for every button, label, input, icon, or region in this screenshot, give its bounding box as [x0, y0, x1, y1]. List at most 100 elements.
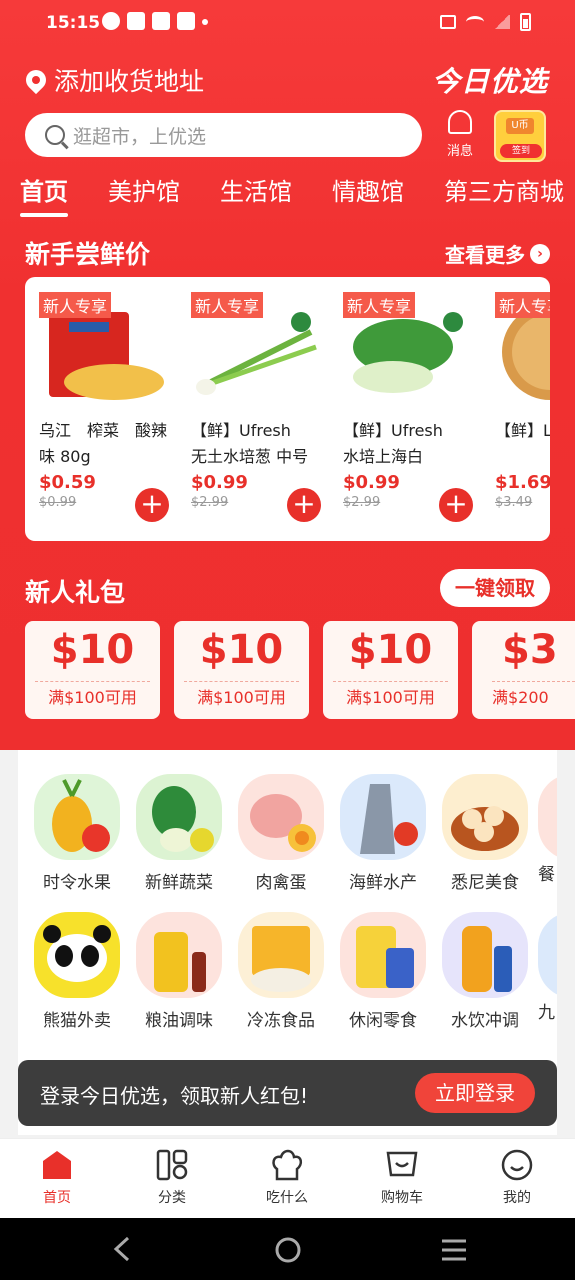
category-label: 粮油调味 — [145, 1011, 213, 1031]
product-price: $1.69 — [495, 472, 550, 493]
nav-label: 吃什么 — [266, 1190, 308, 1206]
wifi-icon — [466, 16, 484, 28]
tab-adult[interactable]: 情趣馆 — [332, 172, 404, 207]
add-to-cart-button[interactable]: + — [135, 488, 169, 522]
product-old-price: $3.49 — [495, 495, 533, 510]
coupon-amount: $10 — [50, 627, 135, 673]
nav-label: 首页 — [43, 1190, 71, 1206]
nav-home[interactable]: 首页 — [17, 1149, 97, 1207]
claim-all-button[interactable]: 一键领取 — [440, 569, 550, 607]
status-time: 15:15 — [46, 13, 101, 33]
coupon-condition: 满$100可用 — [35, 681, 150, 711]
search-placeholder: 逛超市，上优选 — [73, 125, 207, 148]
search-input[interactable]: 逛超市，上优选 — [25, 113, 422, 157]
home-circle-icon[interactable] — [274, 1236, 302, 1264]
category-seafood[interactable]: 海鲜水产 — [338, 774, 428, 893]
meal-icon — [538, 774, 557, 860]
tab-home[interactable]: 首页 — [20, 172, 68, 217]
category-label: 九 — [538, 1003, 555, 1023]
category-tabs: 首页 美护馆 生活馆 情趣馆 第三方商城 — [20, 172, 575, 217]
category-frozen[interactable]: 冷冻食品 — [236, 912, 326, 1031]
fresh-products-panel: 新人专享 乌江 榨菜 酸辣味 80g $0.59 $0.99 + 新人专享 【鲜… — [25, 277, 550, 541]
category-vegetable[interactable]: 新鲜蔬菜 — [134, 774, 224, 893]
category-panda-delivery[interactable]: 熊猫外卖 — [32, 912, 122, 1031]
nav-category[interactable]: 分类 — [132, 1149, 212, 1207]
product-card[interactable]: 新人专享 【鲜】Ufresh 无土水培葱 中号 1捆 $0.99 $2.99 + — [191, 292, 321, 522]
category-label: 新鲜蔬菜 — [145, 873, 213, 893]
category-label: 肉禽蛋 — [255, 873, 307, 893]
product-card[interactable]: 新人专享 乌江 榨菜 酸辣味 80g $0.59 $0.99 + — [39, 292, 169, 522]
coupon-condition: 满$100可用 — [333, 681, 448, 711]
battery-icon — [520, 13, 531, 31]
coupon-card[interactable]: $10 满$100可用 — [25, 621, 160, 719]
status-bar: 15:15 — [0, 0, 575, 46]
product-card[interactable]: 新人专享 【鲜】Ufresh 水培上海白 $0.99 $2.99 + — [343, 292, 473, 522]
mail-icon — [152, 12, 170, 30]
category-partial[interactable]: 餐 — [538, 774, 557, 885]
oil-icon — [136, 912, 222, 998]
product-image: 新人专享 — [343, 292, 473, 402]
vegetable-icon — [136, 774, 222, 860]
system-icons — [440, 13, 531, 31]
back-icon[interactable] — [110, 1236, 134, 1262]
new-user-tag: 新人专享 — [39, 292, 112, 318]
category-drinks[interactable]: 水饮冲调 — [440, 912, 530, 1031]
new-user-tag: 新人专享 — [495, 292, 550, 318]
notification-icon — [102, 12, 120, 30]
category-fruit[interactable]: 时令水果 — [32, 774, 122, 893]
product-card[interactable]: 新人专享 【鲜】Lov菠萝包 $1.69 $3.49 — [495, 292, 550, 510]
menu-icon[interactable] — [440, 1238, 468, 1262]
category-label: 海鲜水产 — [349, 873, 417, 893]
product-title: 乌江 榨菜 酸辣味 80g — [39, 421, 168, 466]
login-now-button[interactable]: 立即登录 — [415, 1073, 535, 1113]
signin-coin-button[interactable]: U币 签到 — [494, 110, 546, 162]
brand-logo: 今日优选 — [431, 65, 548, 98]
vibrate-icon — [440, 15, 456, 29]
category-snacks[interactable]: 休闲零食 — [338, 912, 428, 1031]
add-to-cart-button[interactable]: + — [439, 488, 473, 522]
add-to-cart-button[interactable]: + — [287, 488, 321, 522]
messages-label: 消息 — [446, 144, 473, 159]
location-pin-icon — [21, 65, 51, 95]
meat-icon — [238, 774, 324, 860]
coin-icon: U币 — [506, 118, 534, 134]
bell-icon — [448, 110, 472, 134]
new-user-tag: 新人专享 — [191, 292, 264, 318]
fruit-icon — [34, 774, 120, 860]
product-image: 新人专享 — [39, 292, 169, 402]
see-more-label: 查看更多 — [445, 243, 525, 267]
new-user-tag: 新人专享 — [343, 292, 416, 318]
cart-icon — [386, 1149, 418, 1181]
nav-label: 分类 — [158, 1190, 186, 1206]
login-prompt-banner: 登录今日优选，领取新人红包! 立即登录 — [18, 1060, 557, 1126]
see-more-button[interactable]: 查看更多 › — [445, 239, 550, 268]
signin-label: 签到 — [500, 144, 542, 158]
category-label: 悉尼美食 — [451, 873, 519, 893]
category-sydney-food[interactable]: 悉尼美食 — [440, 774, 530, 893]
category-meat[interactable]: 肉禽蛋 — [236, 774, 326, 893]
coupon-card[interactable]: $10 满$100可用 — [323, 621, 458, 719]
tab-beauty[interactable]: 美护馆 — [108, 172, 180, 207]
nav-what-to-eat[interactable]: 吃什么 — [247, 1149, 327, 1207]
category-icon — [156, 1149, 188, 1181]
product-title: 【鲜】Lov菠萝包 — [495, 421, 550, 440]
category-oil[interactable]: 粮油调味 — [134, 912, 224, 1031]
coupon-amount: $10 — [348, 627, 433, 673]
category-label: 水饮冲调 — [451, 1011, 519, 1031]
product-title: 【鲜】Ufresh 无土水培葱 中号 1捆 — [191, 421, 309, 466]
seafood-icon — [340, 774, 426, 860]
coupon-card[interactable]: $3 满$200 — [472, 621, 575, 719]
search-icon — [45, 125, 65, 145]
coupon-card[interactable]: $10 满$100可用 — [174, 621, 309, 719]
category-partial[interactable]: 九 — [538, 912, 557, 1023]
tab-third-party[interactable]: 第三方商城 — [444, 172, 564, 207]
nav-label: 购物车 — [381, 1190, 423, 1206]
food-icon — [442, 774, 528, 860]
delivery-address-button[interactable]: 添加收货地址 — [21, 62, 204, 98]
coupon-condition: 满$200 — [492, 681, 575, 711]
nav-cart[interactable]: 购物车 — [362, 1149, 442, 1207]
tab-life[interactable]: 生活馆 — [220, 172, 292, 207]
more-dot-icon — [202, 19, 208, 25]
nav-profile[interactable]: 我的 — [477, 1149, 557, 1207]
messages-button[interactable]: 消息 — [442, 110, 478, 159]
